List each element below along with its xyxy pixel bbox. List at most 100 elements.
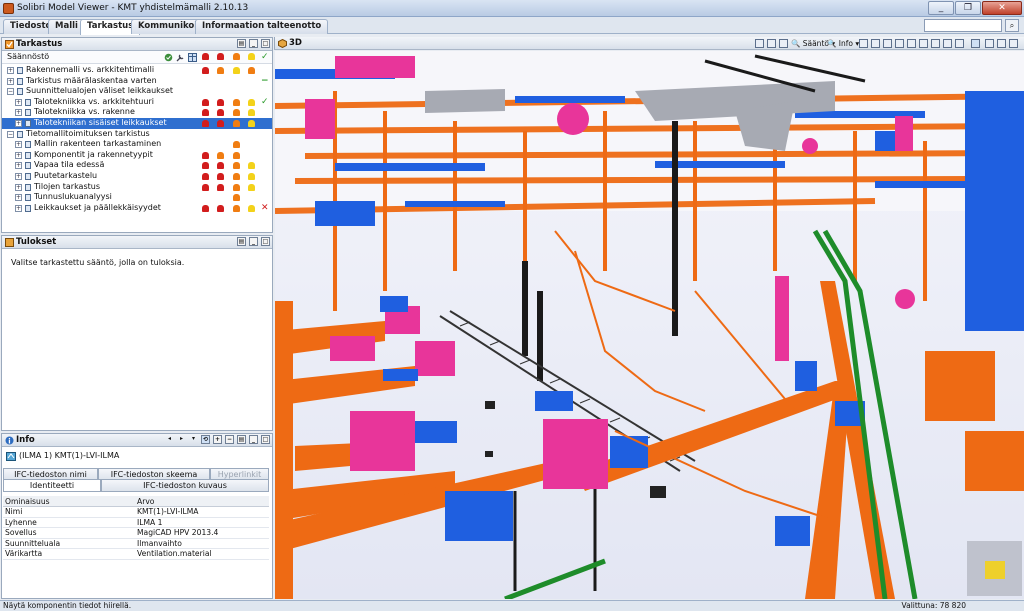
ruleset-document-icon	[25, 173, 31, 180]
dash-icon[interactable]	[895, 39, 904, 48]
rule-tree-row[interactable]: + Talotekniikan sisäiset leikkaukset	[2, 118, 272, 129]
collapse-icon[interactable]: −	[7, 88, 14, 96]
close-button[interactable]: ✕	[982, 1, 1022, 15]
info-filter-button[interactable]: 🔍 Info ▾	[827, 39, 859, 49]
expand-icon[interactable]: +	[7, 67, 14, 74]
panel-menu-icon[interactable]: ▤	[237, 39, 246, 48]
table-row[interactable]: Suunnitteluala Ilmanvaihto	[3, 538, 269, 549]
back-arrow-icon[interactable]: ◂	[165, 435, 174, 444]
table-icon[interactable]	[188, 53, 197, 62]
expand-icon[interactable]: +	[15, 204, 22, 212]
3d-viewport[interactable]	[275, 51, 1024, 599]
panel-maximize-icon[interactable]: □	[261, 435, 270, 444]
table-row[interactable]: Lyhenne ILMA 1	[3, 517, 269, 528]
accepted-icon[interactable]: ✓	[261, 51, 269, 63]
low-issue-icon	[233, 67, 240, 74]
minimize-button[interactable]: _	[928, 1, 954, 15]
hide-icon[interactable]	[871, 39, 880, 48]
table-row[interactable]: Nimi KMT(1)-LVI-ILMA	[3, 506, 269, 518]
rule-tree-row[interactable]: + Tunnuslukuanalyysi	[2, 192, 272, 203]
settings-icon[interactable]	[943, 39, 952, 48]
critical-issue-icon	[202, 183, 209, 191]
tab-informaation-talteenotto[interactable]: Informaation talteenotto	[195, 19, 329, 34]
rule-tree-row[interactable]: + Komponentit ja rakennetyypit	[2, 150, 272, 161]
panel-minimize-icon[interactable]: _	[249, 237, 258, 246]
rule-tree-row[interactable]: + Talotekniikka vs. rakenne	[2, 107, 272, 118]
low-issue-icon	[248, 98, 255, 106]
critical-issue-icon	[202, 151, 209, 159]
refresh-icon[interactable]	[779, 39, 788, 48]
moderate-issue-icon	[233, 120, 240, 127]
moderate-severity-icon[interactable]	[233, 53, 240, 60]
panel-maximize-icon[interactable]: □	[261, 39, 270, 48]
expand-icon[interactable]: +	[15, 194, 22, 202]
table-row[interactable]: Värikartta Ventilation.material	[3, 548, 269, 560]
sync-icon[interactable]: ⟲	[201, 435, 210, 444]
panel-maximize-icon[interactable]	[1009, 39, 1018, 48]
minus-icon[interactable]	[883, 39, 892, 48]
panel-minimize-icon[interactable]	[997, 39, 1006, 48]
rule-tree-row[interactable]: + Tarkistus määrälaskentaa varten −	[2, 76, 272, 87]
expand-icon[interactable]: +	[7, 77, 14, 85]
rule-tree-row[interactable]: + Vapaa tila edessä	[2, 160, 272, 171]
table-row[interactable]: Sovellus MagiCAD HPV 2013.4	[3, 527, 269, 539]
expand-icon[interactable]: +	[15, 151, 22, 159]
dropdown-icon[interactable]: ▾	[189, 435, 198, 444]
tab-ifc-file-description[interactable]: IFC-tiedoston kuvaus	[101, 479, 269, 492]
expand-icon[interactable]: +	[15, 120, 22, 127]
rule-tree-row[interactable]: + Mallin rakenteen tarkastaminen	[2, 139, 272, 150]
panel-maximize-icon[interactable]: □	[261, 237, 270, 246]
search-input[interactable]	[924, 19, 1002, 32]
ruleset-document-icon	[17, 88, 23, 96]
low-issue-icon	[248, 109, 255, 117]
tab-identity[interactable]: Identiteetti	[3, 479, 101, 492]
expand-icon[interactable]: +	[15, 183, 22, 191]
wrench-icon[interactable]	[176, 53, 185, 62]
value-column-header: Arvo	[135, 496, 269, 507]
critical-severity-icon[interactable]	[202, 53, 209, 60]
expand-icon[interactable]: +	[15, 141, 22, 149]
expand-icon[interactable]: +	[15, 109, 22, 117]
rule-tree-row[interactable]: − Suunnittelualojen väliset leikkaukset	[2, 86, 272, 97]
ruleset-document-icon	[25, 151, 31, 159]
expand-icon[interactable]: +	[15, 98, 22, 106]
expand-icon[interactable]: +	[15, 162, 22, 170]
show-icon[interactable]	[859, 39, 868, 48]
rule-label: Puutetarkastelu	[34, 171, 98, 180]
rule-tree-row[interactable]: + Tilojen tarkastus	[2, 182, 272, 193]
moderate-issue-icon	[233, 109, 240, 117]
status-bar: Näytä komponentin tiedot hiirellä. Valit…	[0, 600, 1024, 611]
panel-minimize-icon[interactable]: _	[249, 39, 258, 48]
expand-icon[interactable]: +	[15, 173, 22, 180]
panel-menu-icon[interactable]: ▤	[237, 237, 246, 246]
zoom-out-icon[interactable]	[919, 39, 928, 48]
rule-tree-row[interactable]: + Rakennemalli vs. arkkitehtimalli	[2, 65, 272, 76]
results-panel-title: Tulokset	[16, 237, 57, 247]
check-model-icon[interactable]	[164, 53, 173, 62]
forward-arrow-icon[interactable]: ▸	[177, 435, 186, 444]
panel-menu-icon[interactable]	[985, 39, 994, 48]
remove-icon[interactable]: −	[225, 435, 234, 444]
main-tabbar: Tiedosto Malli Tarkastus Kommunikointi I…	[0, 17, 1024, 35]
panel-menu-icon[interactable]: ▤	[237, 435, 246, 444]
maximize-button[interactable]: ❐	[955, 1, 981, 15]
zoom-in-icon[interactable]	[907, 39, 916, 48]
zoom-fit-icon[interactable]	[931, 39, 940, 48]
ruleset-document-icon	[25, 183, 31, 191]
options-icon[interactable]	[955, 39, 964, 48]
layout-icon[interactable]	[971, 39, 980, 48]
panel-minimize-icon[interactable]: _	[249, 435, 258, 444]
ruleset-document-icon	[25, 162, 31, 170]
collapse-icon[interactable]: −	[7, 130, 14, 138]
low-severity-icon[interactable]	[248, 53, 255, 60]
moderate-issue-icon	[248, 67, 255, 74]
rule-tree-row[interactable]: + Puutetarkastelu	[2, 171, 272, 182]
pan-icon[interactable]	[767, 39, 776, 48]
add-icon[interactable]: +	[213, 435, 222, 444]
rule-tree-row[interactable]: + Leikkaukset ja päällekkäisyydet ✕	[2, 203, 272, 214]
rule-tree-row[interactable]: + Talotekniikka vs. arkkitehtuuri ✓	[2, 97, 272, 108]
high-severity-icon[interactable]	[217, 53, 224, 60]
search-icon[interactable]: ⌕	[1005, 19, 1019, 32]
navigate-icon[interactable]	[755, 39, 764, 48]
rule-tree-row[interactable]: − Tietomallitoimituksen tarkistus	[2, 129, 272, 140]
